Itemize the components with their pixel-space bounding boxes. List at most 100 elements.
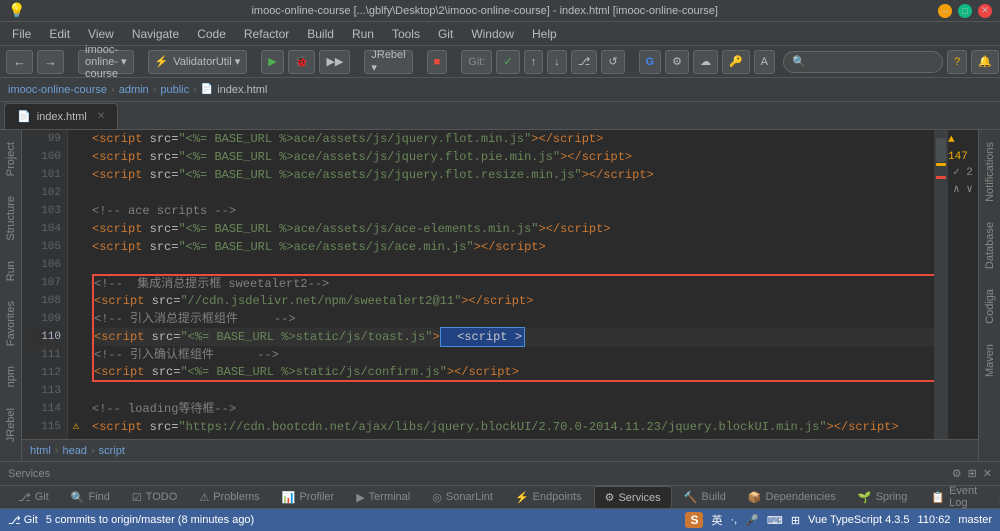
run2-button[interactable]: ▶▶ bbox=[319, 50, 350, 74]
code-editor: 99 100 101 102 103 104 105 106 107 108 1… bbox=[22, 130, 978, 461]
warning-115: ⚠ bbox=[68, 418, 84, 436]
sonarlint-icon[interactable]: S bbox=[685, 512, 703, 528]
jrebel-dropdown[interactable]: JRebel ▾ bbox=[364, 50, 412, 74]
bottom-tab-sonar[interactable]: ◎ SonarLint bbox=[422, 486, 503, 508]
app-icon: 💡 bbox=[8, 2, 25, 19]
sonar-tab-label: SonarLint bbox=[446, 491, 493, 503]
bottom-tab-eventlog[interactable]: 📋 Event Log bbox=[921, 486, 987, 508]
bottom-tab-terminal[interactable]: ▶ Terminal bbox=[346, 486, 420, 508]
titlebar: 💡 imooc-online-course [...\gblfy\Desktop… bbox=[0, 0, 1000, 22]
bottom-tab-jrebel-console[interactable]: J JRebel Console bbox=[989, 486, 1000, 508]
g-104 bbox=[68, 220, 84, 238]
tools-btn3[interactable]: 🔑 bbox=[722, 50, 750, 74]
ln-104: 104 bbox=[28, 220, 61, 238]
menu-window[interactable]: Window bbox=[463, 25, 522, 43]
toolbar-search[interactable] bbox=[783, 51, 943, 73]
run-button[interactable]: ▶ bbox=[261, 50, 283, 74]
ln-99: 99 bbox=[28, 130, 61, 148]
menu-view[interactable]: View bbox=[80, 25, 122, 43]
tab-close[interactable]: ✕ bbox=[97, 111, 105, 122]
menu-refactor[interactable]: Refactor bbox=[236, 25, 297, 43]
scroll-thumb[interactable] bbox=[936, 138, 946, 162]
statusbar-position: 110:62 bbox=[918, 514, 951, 526]
panel-structure[interactable]: Structure bbox=[3, 188, 19, 249]
bottom-tab-endpoints[interactable]: ⚡ Endpoints bbox=[505, 486, 592, 508]
g-100 bbox=[68, 148, 84, 166]
annotation-panel: ▲ 147 ✓ 2 ∧ ∨ bbox=[948, 130, 978, 439]
project-dropdown[interactable]: imooc-online-course ▾ bbox=[78, 50, 134, 74]
bottom-tab-todo[interactable]: ☑ TODO bbox=[122, 486, 187, 508]
menu-run[interactable]: Run bbox=[344, 25, 382, 43]
bc-head[interactable]: head bbox=[62, 445, 86, 457]
eventlog-tab-label: Event Log bbox=[949, 485, 977, 509]
nav-admin[interactable]: admin bbox=[119, 84, 149, 96]
code-line-107: <!-- 集成消总提示框 sweetalert2--> bbox=[92, 274, 934, 292]
translate-btn[interactable]: A bbox=[754, 50, 775, 74]
validator-dropdown[interactable]: ⚡ ValidatorUtil ▾ bbox=[148, 50, 248, 74]
bottom-tab-problems[interactable]: ⚠ Problems bbox=[189, 486, 269, 508]
help-btn[interactable]: ? bbox=[947, 50, 967, 74]
nav-arrows[interactable]: ∧ ∨ bbox=[953, 182, 973, 199]
git-refresh[interactable]: ↺ bbox=[601, 50, 624, 74]
bottom-tab-spring[interactable]: 🌱 Spring bbox=[848, 486, 918, 508]
debug-button[interactable]: 🐞 bbox=[288, 50, 316, 74]
scroll-bar[interactable] bbox=[934, 130, 948, 439]
menu-tools[interactable]: Tools bbox=[384, 25, 428, 43]
panel-codiga[interactable]: Codiga bbox=[982, 281, 998, 332]
hint-count: ✓ 2 bbox=[953, 165, 973, 182]
expand-icon[interactable]: ⊞ bbox=[968, 467, 977, 480]
git-up[interactable]: ↑ bbox=[524, 50, 544, 74]
menu-code[interactable]: Code bbox=[189, 25, 234, 43]
panel-notifications[interactable]: Notifications bbox=[982, 134, 998, 210]
bottom-tab-build[interactable]: 🔨 Build bbox=[674, 486, 736, 508]
statusbar-typescript: Vue TypeScript 4.3.5 bbox=[808, 514, 910, 526]
tools-btn1[interactable]: ⚙ bbox=[665, 50, 689, 74]
panel-run[interactable]: Run bbox=[3, 253, 19, 289]
forward-button[interactable]: → bbox=[37, 50, 64, 74]
google-btn[interactable]: G bbox=[639, 50, 662, 74]
statusbar-git[interactable]: ⎇ Git bbox=[8, 514, 38, 527]
panel-jrebel[interactable]: JRebel bbox=[3, 400, 19, 450]
menu-navigate[interactable]: Navigate bbox=[124, 25, 187, 43]
close-services-icon[interactable]: ✕ bbox=[983, 467, 992, 480]
ln-115: 115 bbox=[28, 418, 61, 436]
build-tab-icon: 🔨 bbox=[684, 491, 698, 504]
panel-database[interactable]: Database bbox=[982, 214, 998, 277]
tools-btn2[interactable]: ☁ bbox=[693, 50, 718, 74]
bc-html[interactable]: html bbox=[30, 445, 51, 457]
nav-project[interactable]: imooc-online-course bbox=[8, 84, 107, 96]
bottom-tab-profiler[interactable]: 📊 Profiler bbox=[272, 486, 345, 508]
build-tab-label: Build bbox=[701, 491, 725, 503]
panel-favorites[interactable]: Favorites bbox=[3, 293, 19, 354]
menu-git[interactable]: Git bbox=[430, 25, 461, 43]
settings-gear[interactable]: ⚙ bbox=[952, 467, 962, 480]
update-btn[interactable]: 🔔 bbox=[971, 50, 999, 74]
stop-button[interactable]: ■ bbox=[427, 50, 448, 74]
statusbar-commits: 5 commits to origin/master (8 minutes ag… bbox=[46, 514, 254, 526]
bc-script[interactable]: script bbox=[99, 445, 125, 457]
back-button[interactable]: ← bbox=[6, 50, 33, 74]
git-down[interactable]: ↓ bbox=[547, 50, 567, 74]
bottom-tab-deps[interactable]: 📦 Dependencies bbox=[738, 486, 846, 508]
bottom-tab-services[interactable]: ⚙ Services bbox=[594, 486, 672, 508]
close-button[interactable]: ✕ bbox=[978, 4, 992, 18]
maximize-button[interactable]: □ bbox=[958, 4, 972, 18]
panel-project[interactable]: Project bbox=[3, 134, 19, 184]
bottom-tab-git[interactable]: ⎇ Git bbox=[8, 486, 59, 508]
bottom-tab-find[interactable]: 🔍 Find bbox=[61, 486, 120, 508]
git-branch-btn[interactable]: ⎇ bbox=[571, 50, 598, 74]
panel-maven[interactable]: Maven bbox=[982, 336, 998, 385]
menu-help[interactable]: Help bbox=[524, 25, 565, 43]
menu-build[interactable]: Build bbox=[299, 25, 342, 43]
services-tab-label: Services bbox=[618, 492, 660, 504]
git-check[interactable]: ✓ bbox=[496, 50, 519, 74]
menu-file[interactable]: File bbox=[4, 25, 39, 43]
code-lines[interactable]: <script src="<%= BASE_URL %>ace/assets/j… bbox=[84, 130, 934, 439]
nav-public[interactable]: public bbox=[160, 84, 189, 96]
panel-npm[interactable]: npm bbox=[3, 358, 19, 395]
tab-index-html[interactable]: 📄 index.html ✕ bbox=[4, 103, 118, 129]
minimize-button[interactable]: — bbox=[938, 4, 952, 18]
deps-tab-label: Dependencies bbox=[766, 491, 836, 503]
terminal-tab-icon: ▶ bbox=[356, 491, 364, 504]
menu-edit[interactable]: Edit bbox=[41, 25, 78, 43]
